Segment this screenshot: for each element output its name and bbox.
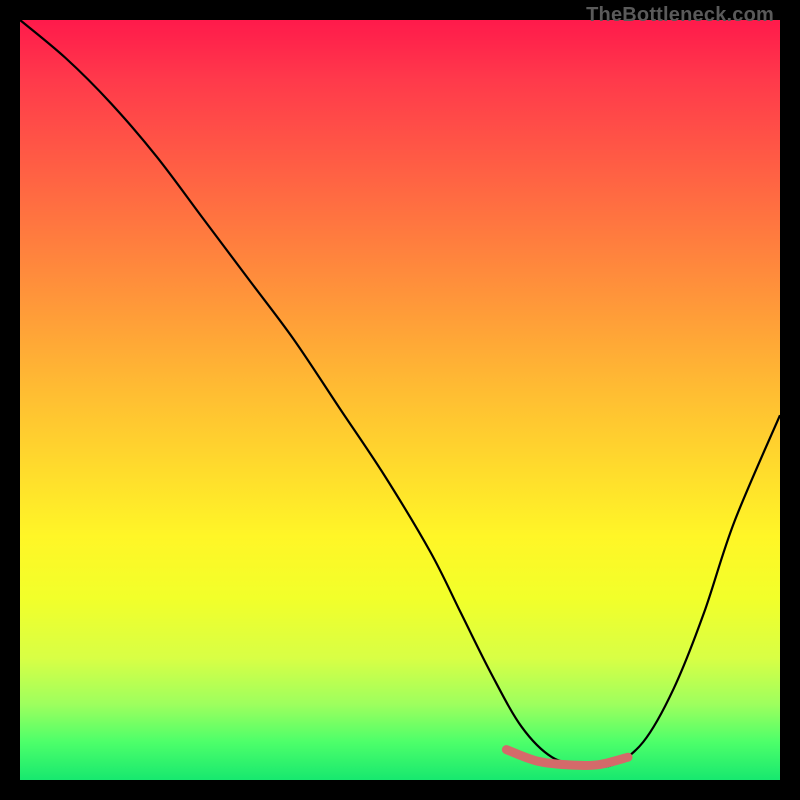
chart-svg [20, 20, 780, 780]
plot-area [20, 20, 780, 780]
bottleneck-curve [20, 20, 780, 767]
chart-frame: TheBottleneck.com [0, 0, 800, 800]
watermark-text: TheBottleneck.com [586, 4, 774, 27]
accent-segment [506, 750, 628, 766]
